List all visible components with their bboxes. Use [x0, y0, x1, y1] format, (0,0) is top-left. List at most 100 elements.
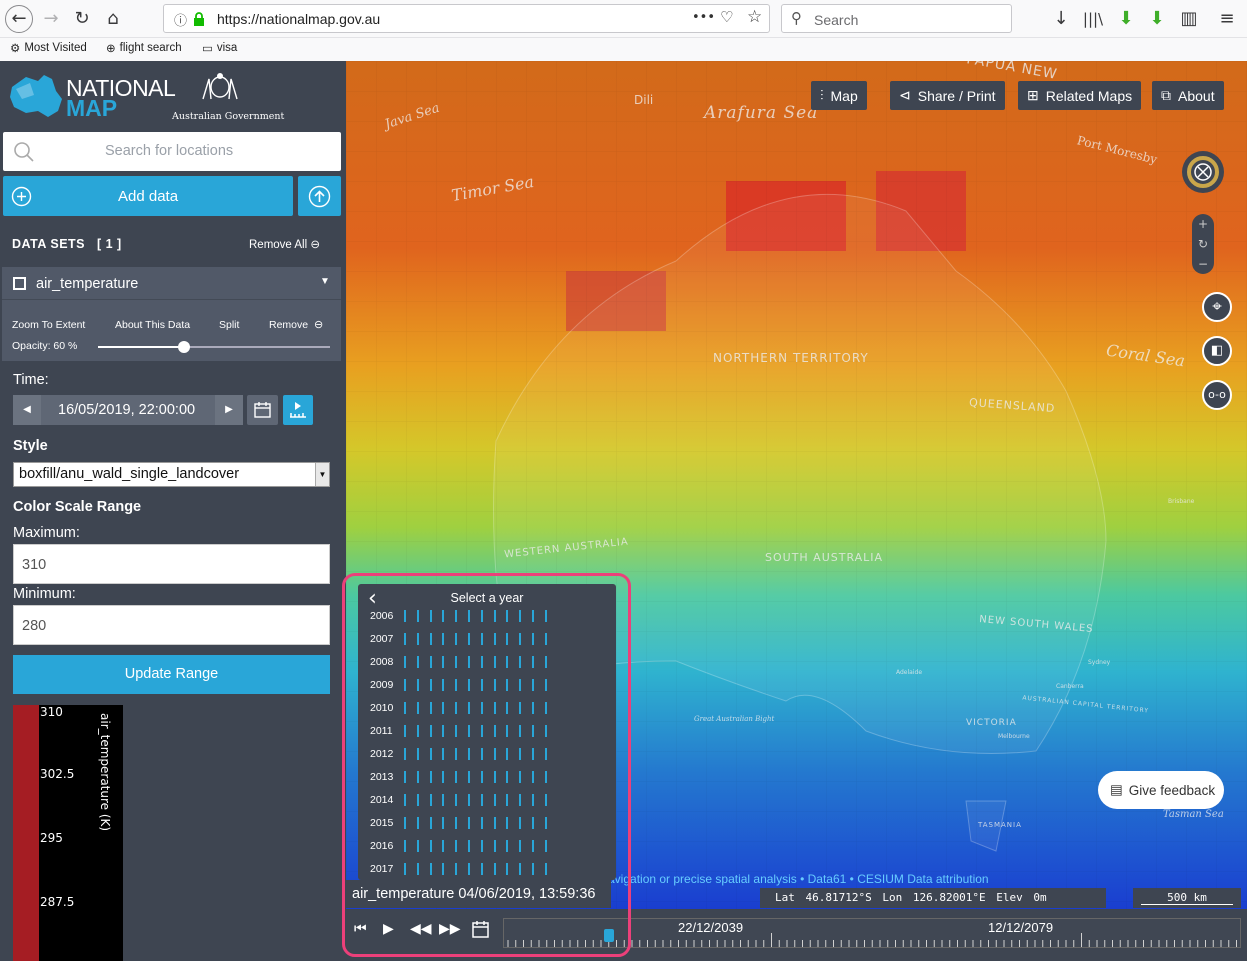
share-button-label: Share / Print [917, 87, 996, 104]
opacity-slider-fill [98, 346, 185, 348]
maximum-input[interactable]: 310 [13, 544, 330, 584]
bookmark-flight-search[interactable]: ⊕ flight search [106, 41, 182, 55]
forward-button[interactable]: → [38, 6, 64, 32]
url-text[interactable]: https://nationalmap.gov.au [217, 11, 380, 27]
extension-download-2-icon[interactable]: ⬇ [1144, 6, 1170, 32]
home-button[interactable]: ⌂ [100, 6, 126, 32]
update-range-button[interactable]: Update Range [13, 655, 330, 694]
related-maps-button[interactable]: ⊞ Related Maps [1018, 81, 1142, 110]
national-map-logo[interactable]: NATIONAL MAP Australian Government [8, 71, 308, 127]
upload-icon [308, 185, 331, 208]
bookmarks-bar: ⚙ Most Visited ⊕ flight search ▭ visa [0, 38, 1247, 61]
timeline-toggle-button[interactable] [283, 395, 313, 425]
opacity-slider[interactable] [98, 341, 330, 353]
australia-logo-icon [10, 75, 62, 117]
add-data-button[interactable]: Add data [3, 176, 293, 216]
dataset-header[interactable]: air_temperature ▼ [2, 267, 341, 300]
bookmark-most-visited[interactable]: ⚙ Most Visited [10, 41, 87, 55]
logo-map: MAP [66, 95, 118, 121]
map-settings-button[interactable]: ⫶ Map [811, 81, 867, 110]
calendar-icon [254, 402, 271, 418]
about-button[interactable]: ⧉ About [1152, 81, 1224, 110]
zoom-reset-button[interactable]: ↻ [1192, 234, 1214, 254]
map-label: Great Australian Bight [694, 715, 775, 723]
map-label: Tasman Sea [1163, 809, 1224, 820]
extension-download-icon[interactable]: ⬇ [1113, 6, 1139, 32]
remove-link[interactable]: Remove [269, 319, 308, 331]
sliders-icon: ⫶ [820, 87, 824, 103]
page-actions-icon[interactable]: ••• [692, 10, 715, 25]
calendar-button[interactable] [247, 395, 278, 425]
remove-all-button[interactable]: Remove All ⊖ [249, 237, 320, 251]
browser-toolbar: ← → ↻ ⌂ ⓘ https://nationalmap.gov.au •••… [0, 0, 1247, 38]
scale-line [1141, 904, 1233, 905]
reload-button[interactable]: ↻ [69, 6, 95, 32]
back-button[interactable]: ← [5, 5, 33, 33]
style-select[interactable]: boxfill/anu_wald_single_landcover ▼ [13, 462, 330, 487]
give-feedback-button[interactable]: ▤ Give feedback [1098, 771, 1224, 809]
share-print-button[interactable]: ⊲ Share / Print [890, 81, 1005, 110]
search-icon [14, 142, 34, 162]
minus-circle-icon: ⊖ [310, 239, 321, 251]
minus-circle-icon[interactable]: ⊖ [314, 318, 323, 331]
related-button-label: Related Maps [1045, 87, 1133, 104]
dataset-panel: air_temperature ▼ Zoom To Extent About T… [2, 267, 341, 361]
map-label: Brisbane [1168, 498, 1195, 505]
time-value[interactable]: 16/05/2019, 22:00:00 [58, 402, 195, 418]
remove-all-label: Remove All [249, 239, 308, 251]
legend: 310 302.5 295 287.5 air_temperature (K) [13, 705, 123, 961]
download-icon[interactable]: ↓ [1048, 6, 1074, 32]
maximum-label: Maximum: [13, 525, 80, 541]
compass-control[interactable] [1175, 149, 1231, 195]
search-icon: ⚲ [791, 9, 802, 27]
zoom-out-button[interactable]: − [1192, 254, 1214, 274]
plus-circle-icon [11, 186, 32, 207]
scale-label: 500 km [1167, 891, 1207, 904]
search-locations-input[interactable]: Search for locations [3, 132, 341, 171]
map-label: SOUTH AUSTRALIA [765, 551, 884, 564]
external-link-icon: ⧉ [1161, 87, 1171, 103]
minimum-input[interactable]: 280 [13, 605, 330, 645]
prev-time-button[interactable]: ◀ [13, 395, 41, 425]
select-arrow-icon: ▼ [315, 463, 329, 486]
minimum-label: Minimum: [13, 586, 76, 602]
my-location-button[interactable]: ⌖ [1202, 292, 1232, 322]
time-control: ◀ 16/05/2019, 22:00:00 ▶ [13, 395, 243, 425]
checkbox-icon[interactable] [13, 277, 26, 290]
browser-search-input[interactable]: ⚲ Search [781, 4, 1012, 33]
bookmark-visa[interactable]: ▭ visa [202, 41, 237, 55]
timeline-tick-label: 12/12/2079 [988, 920, 1054, 935]
zoom-in-button[interactable]: + [1192, 214, 1214, 234]
info-icon: ⓘ [174, 14, 188, 29]
zoom-controls: + ↻ − [1192, 214, 1214, 274]
menu-icon[interactable]: ≡ [1214, 6, 1240, 32]
zoom-to-extent-link[interactable]: Zoom To Extent [12, 319, 85, 331]
split-screen-button[interactable]: ◧ [1202, 336, 1232, 366]
legend-title: air_temperature (K) [98, 713, 112, 832]
highlight-annotation [342, 573, 631, 957]
url-bar[interactable]: ⓘ https://nationalmap.gov.au ••• ♡ ☆ [163, 4, 770, 33]
reload-icon: ↻ [74, 8, 90, 29]
arrow-right-icon: → [43, 8, 59, 29]
next-time-button[interactable]: ▶ [215, 395, 243, 425]
home-icon: ⌂ [107, 8, 119, 29]
caret-down-icon[interactable]: ▼ [320, 276, 330, 287]
map-label: Melbourne [998, 733, 1030, 740]
map-label: Canberra [1056, 683, 1084, 690]
color-scale-heading: Color Scale Range [13, 499, 142, 515]
about-this-data-link[interactable]: About This Data [115, 319, 190, 331]
bookmark-label: visa [216, 42, 238, 54]
opacity-slider-knob[interactable] [178, 341, 191, 353]
pocket-icon[interactable]: ♡ [720, 8, 733, 26]
sidebar-toggle-icon[interactable]: ▥ [1176, 6, 1202, 32]
datasets-count: [ 1 ] [96, 237, 122, 251]
split-link[interactable]: Split [219, 319, 239, 331]
timeline-tick-label: 22/12/2039 [678, 920, 744, 935]
about-button-label: About [1178, 87, 1215, 104]
map-credits[interactable]: avigation or precise spatial analysis • … [608, 872, 989, 886]
library-icon[interactable]: |||\ [1080, 6, 1106, 32]
upload-data-button[interactable] [298, 176, 341, 216]
star-icon[interactable]: ☆ [747, 7, 762, 27]
compass-icon [1182, 151, 1224, 193]
measure-tool-button[interactable]: o-o [1202, 380, 1232, 410]
